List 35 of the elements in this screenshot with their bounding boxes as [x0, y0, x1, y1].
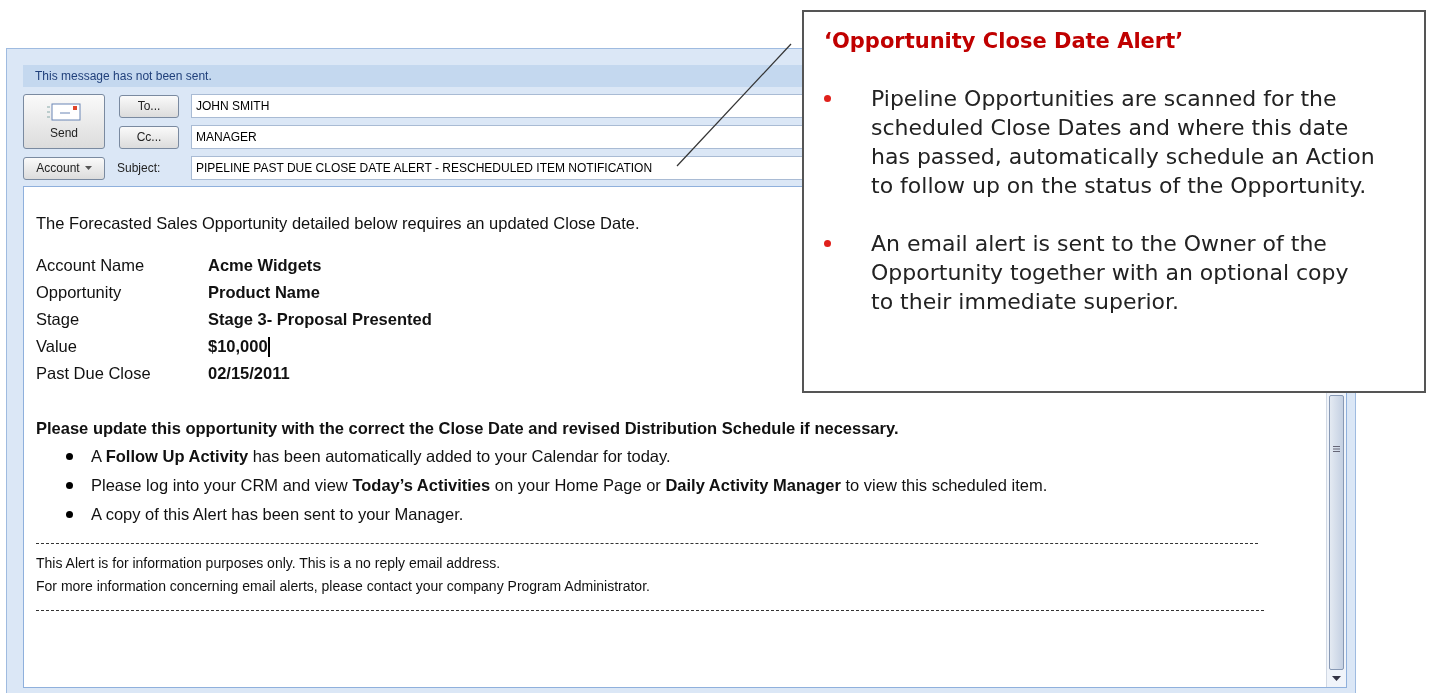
- field-label: Account Name: [36, 255, 146, 276]
- bullet-text: A copy of this Alert has been sent to your Manager.: [91, 504, 464, 525]
- field-label: Stage: [36, 309, 81, 330]
- callout-title: ‘Opportunity Close Date Alert’: [824, 28, 1184, 55]
- field-label: Opportunity: [36, 282, 123, 303]
- envelope-icon: [46, 101, 82, 122]
- footer-text: For more information concerning email alerts, please contact your company Program Administrator.: [36, 577, 650, 596]
- body-text: The Forecasted Sales Opportunity detailed below requires an updated Close Date.: [36, 213, 640, 234]
- account-button[interactable]: Account: [23, 156, 105, 180]
- callout-text: An email alert is sent to the Owner of the Opportunity together with an optional copy to their immediate superior.: [871, 229, 1350, 316]
- scrollbar[interactable]: [1326, 393, 1346, 687]
- address-button[interactable]: To...: [119, 94, 179, 118]
- scroll-thumb[interactable]: [1329, 395, 1344, 670]
- field-value: Product Name: [208, 282, 320, 303]
- bullet-text: Please log into your CRM and view Today’s Activities on your Home Page or Daily Activity Manager to view this scheduled item.: [91, 475, 1048, 496]
- field-value: Stage 3- Proposal Presented: [208, 309, 432, 330]
- field-value: 02/15/2011: [208, 363, 290, 384]
- bullet-text: A Follow Up Activity has been automatically added to your Calendar for today.: [91, 446, 671, 467]
- bullet-icon: [66, 482, 73, 489]
- bullet-icon: [66, 511, 73, 518]
- bullet-icon: [824, 239, 831, 247]
- grip-icon: [1333, 446, 1340, 452]
- field-label: Past Due Close: [36, 363, 152, 384]
- bullet-icon: [66, 453, 73, 460]
- request-text: Please update this opportunity with the correct the Close Date and revised Distribution Schedule if necessary.: [36, 418, 899, 439]
- bullet-icon: [824, 94, 831, 102]
- address-button[interactable]: Cc...: [119, 125, 179, 149]
- field-value: Acme Widgets: [208, 255, 322, 276]
- down-arrow-icon[interactable]: [1332, 676, 1341, 681]
- caret-icon: [84, 166, 92, 170]
- field-value: $10,000: [208, 336, 268, 357]
- footer-text: This Alert is for information purposes only. This is a no reply email address.: [36, 554, 501, 573]
- send-button[interactable]: Send: [23, 94, 105, 149]
- field-label: Value: [36, 336, 78, 357]
- subject-label: Subject:: [117, 160, 162, 177]
